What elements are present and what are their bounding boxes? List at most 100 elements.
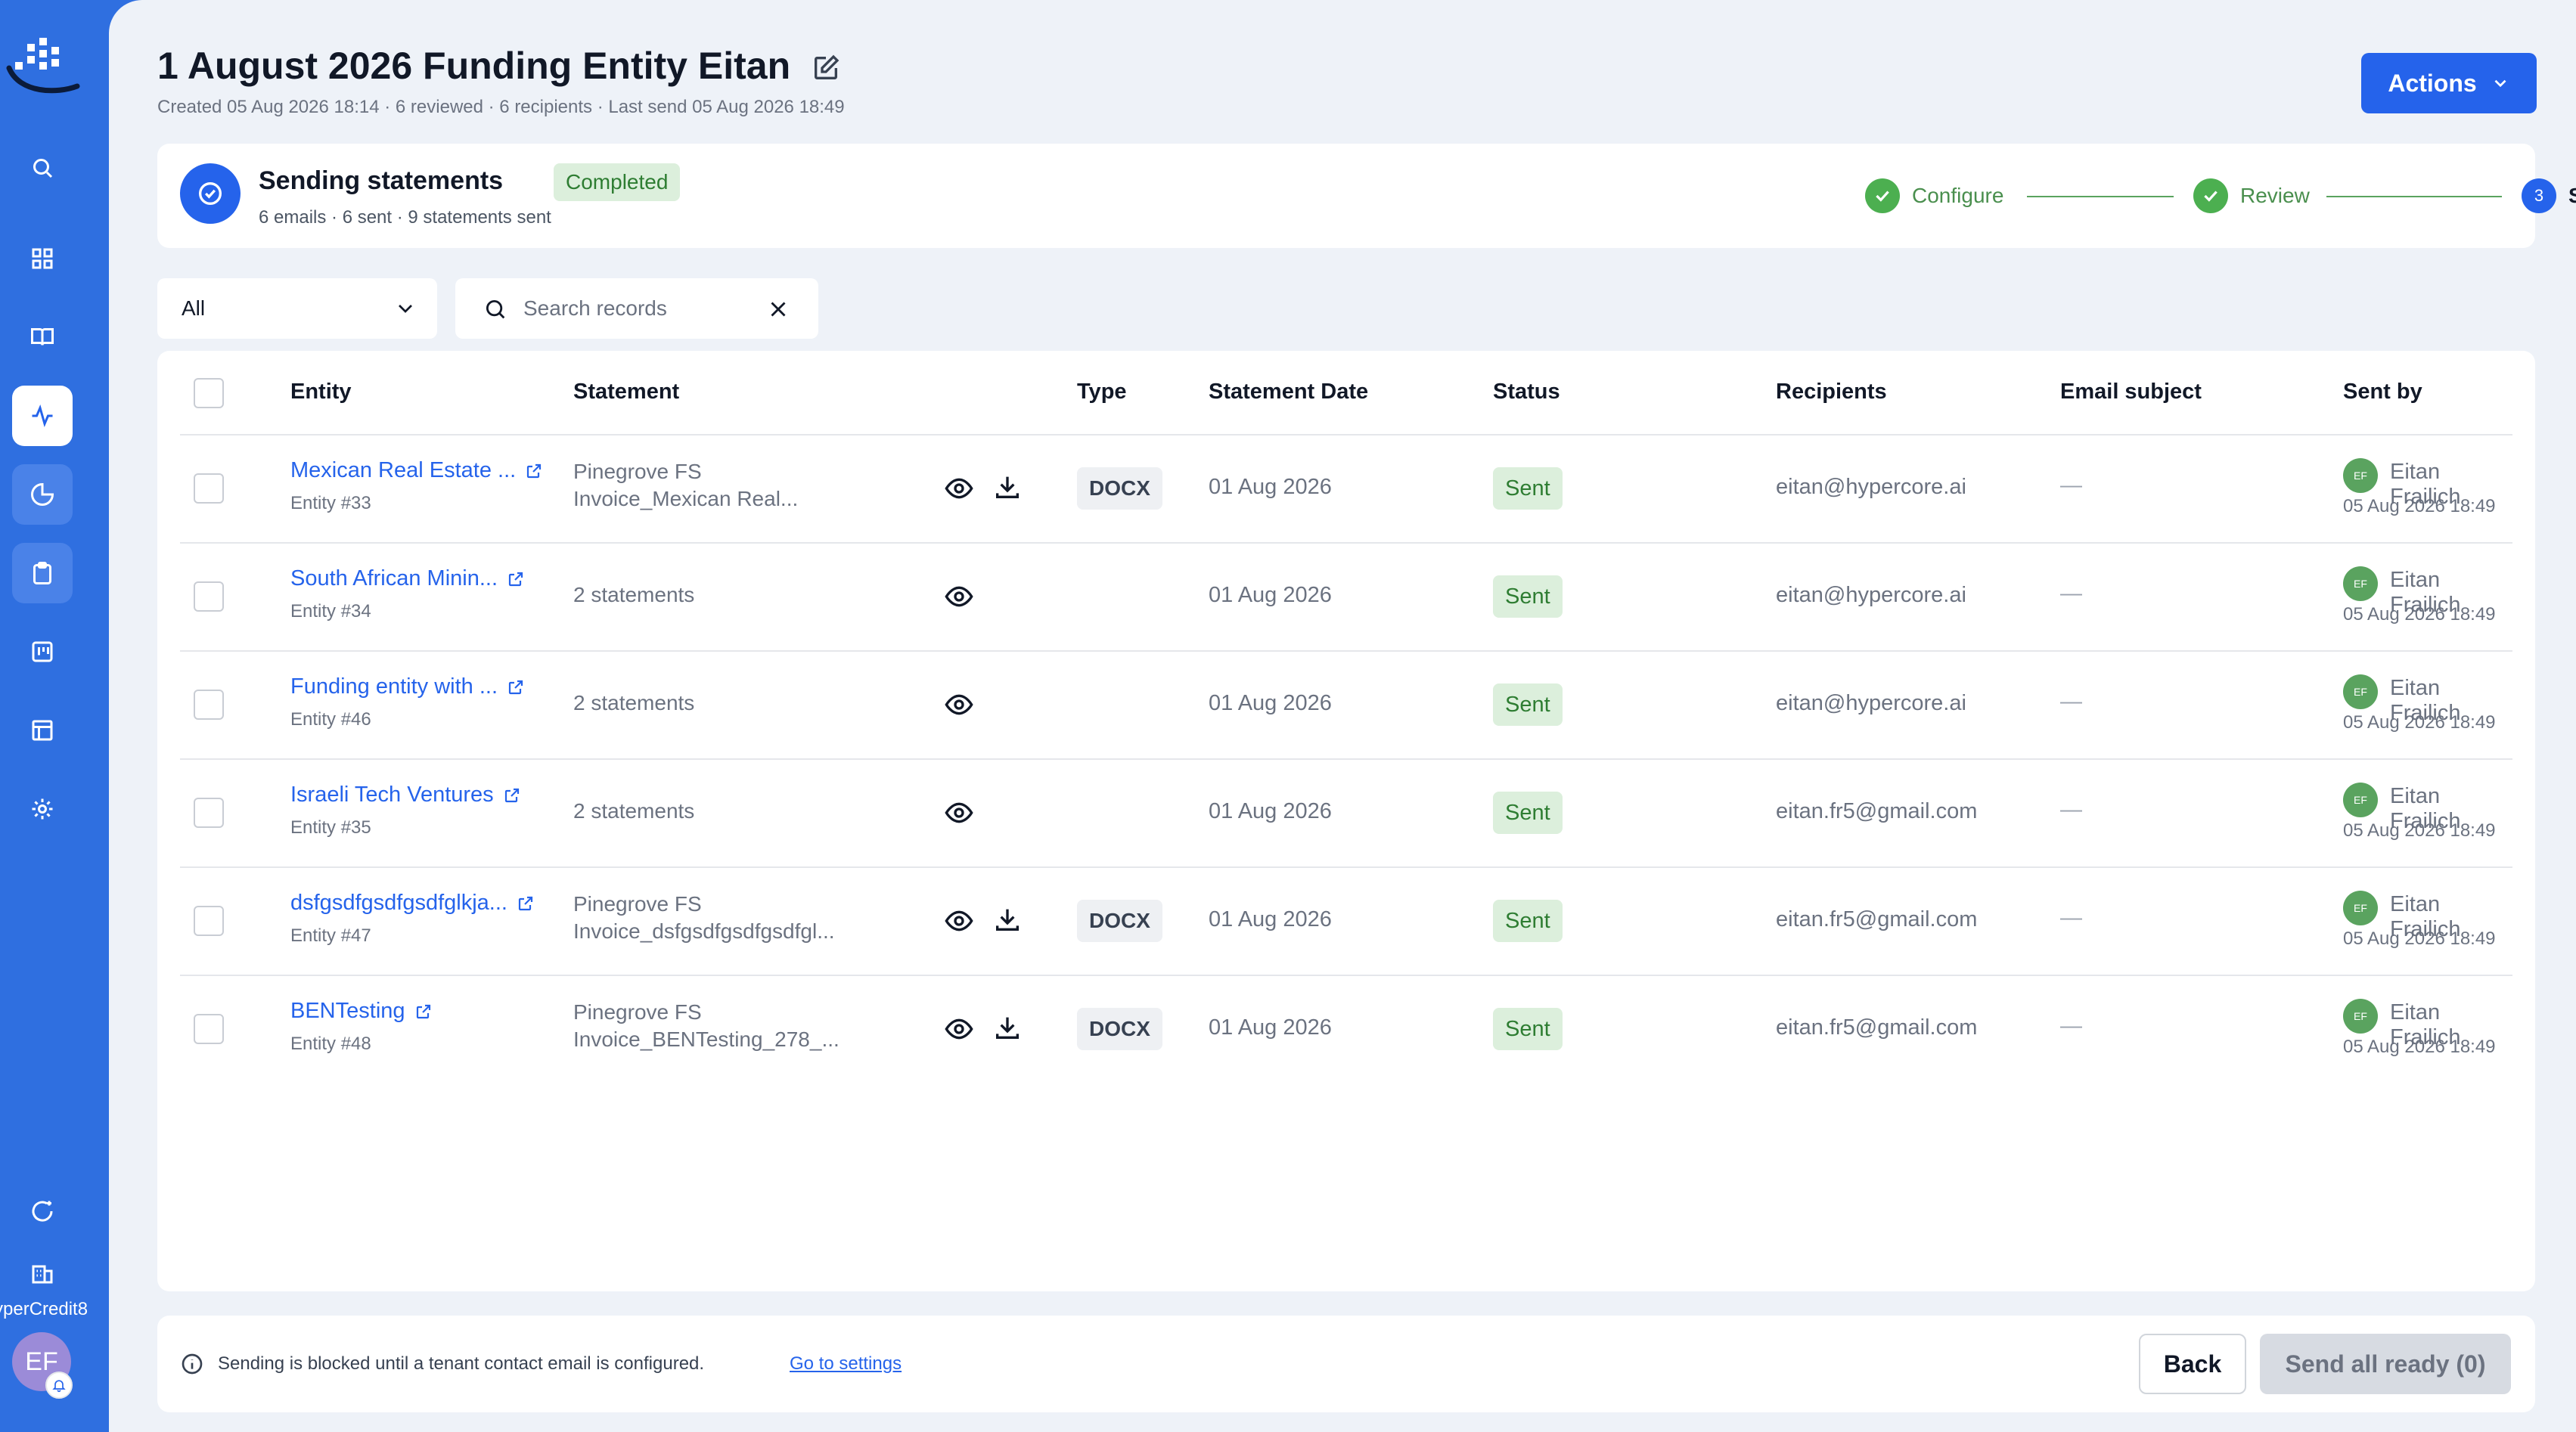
sidebar-board[interactable] (12, 621, 73, 682)
sidebar-tasks[interactable] (12, 543, 73, 603)
eye-icon[interactable] (944, 906, 974, 936)
statement-count: 2 statements (573, 583, 695, 606)
table-row[interactable]: dsfgsdfgsdfgsdfglkja... Entity #47 Pineg… (180, 868, 2512, 976)
refresh-sparkle-icon (32, 1201, 53, 1222)
entity-link[interactable]: dsfgsdfgsdfgsdfglkja... (290, 891, 535, 916)
info-icon (182, 1353, 203, 1375)
table-row[interactable]: Mexican Real Estate ... Entity #33 Pineg… (180, 435, 2512, 544)
step-number: 3 (2522, 178, 2556, 213)
entity-link[interactable]: Israeli Tech Ventures (290, 783, 521, 807)
step-review[interactable]: Review (2193, 178, 2310, 213)
bell-icon (52, 1380, 66, 1393)
table-row[interactable]: Funding entity with ... Entity #46 2 sta… (180, 652, 2512, 760)
progress-status-badge: Completed (554, 163, 681, 201)
go-to-settings-link[interactable]: Go to settings (790, 1353, 902, 1375)
column-header-statement-date[interactable]: Statement Date (1209, 380, 1368, 404)
statement-count: 2 statements (573, 799, 695, 823)
step-connector (2326, 196, 2502, 197)
column-header-status[interactable]: Status (1493, 380, 1560, 404)
progress-status-icon (180, 163, 241, 224)
sidebar-dashboard[interactable] (12, 228, 73, 289)
entity-link[interactable]: Mexican Real Estate ... (290, 458, 543, 483)
statement-count: 2 statements (573, 691, 695, 714)
check-circle-icon (199, 182, 222, 205)
app-logo[interactable] (5, 33, 80, 103)
step-connector (2027, 196, 2174, 197)
eye-icon[interactable] (944, 1014, 974, 1044)
edit-title-icon[interactable] (811, 53, 841, 83)
statement-line1: Pinegrove FS (573, 460, 702, 483)
table-row[interactable]: South African Minin... Entity #34 2 stat… (180, 544, 2512, 652)
statement-line2: Invoice_Mexican Real... (573, 487, 799, 510)
row-checkbox[interactable] (194, 906, 224, 936)
sidebar-activity[interactable] (12, 386, 73, 446)
row-checkbox[interactable] (194, 473, 224, 504)
table-row[interactable]: BENTesting Entity #48 Pinegrove FS Invoi… (180, 976, 2512, 1084)
eye-icon[interactable] (944, 473, 974, 504)
column-header-recipients[interactable]: Recipients (1776, 380, 1887, 404)
status-filter-value: All (182, 296, 206, 320)
book-icon (31, 328, 54, 346)
sidebar-updates[interactable] (12, 1181, 73, 1241)
table-row[interactable]: Israeli Tech Ventures Entity #35 2 state… (180, 760, 2512, 868)
sidebar-tables[interactable] (12, 700, 73, 761)
email-subject: — (2060, 690, 2082, 714)
progress-summary: 6 emails · 6 sent · 9 statements sent (259, 207, 551, 228)
statement-date: 01 Aug 2026 (1209, 1015, 1332, 1040)
entity-link[interactable]: Funding entity with ... (290, 674, 525, 699)
check-icon (1865, 178, 1900, 213)
actions-button[interactable]: Actions (2361, 53, 2537, 113)
send-all-ready-button[interactable]: Send all ready (0) (2260, 1334, 2511, 1394)
sidebar-search[interactable] (12, 138, 73, 198)
column-header-sent-by[interactable]: Sent by (2343, 380, 2422, 404)
back-button[interactable]: Back (2139, 1334, 2246, 1394)
entity-link[interactable]: South African Minin... (290, 566, 525, 591)
main-content: 1 August 2026 Funding Entity Eitan Creat… (109, 0, 2576, 1432)
column-header-entity[interactable]: Entity (290, 380, 352, 404)
status-badge: Sent (1493, 792, 1563, 834)
column-header-statement[interactable]: Statement (573, 380, 679, 404)
search-input[interactable] (523, 292, 750, 325)
close-icon[interactable] (765, 296, 791, 322)
sent-at: 05 Aug 2026 18:49 (2343, 1037, 2496, 1057)
download-icon[interactable] (992, 1012, 1023, 1043)
status-badge: Sent (1493, 467, 1563, 510)
sidebar-reports[interactable] (12, 464, 73, 525)
status-filter-select[interactable]: All (157, 278, 437, 339)
column-header-email-subject[interactable]: Email subject (2060, 380, 2202, 404)
step-configure[interactable]: Configure (1865, 178, 2003, 213)
statement-date: 01 Aug 2026 (1209, 691, 1332, 715)
step-send[interactable]: 3 Send (2522, 178, 2576, 213)
row-checkbox[interactable] (194, 581, 224, 612)
pie-chart-icon (31, 482, 54, 506)
sidebar-library[interactable] (12, 307, 73, 367)
row-checkbox[interactable] (194, 690, 224, 720)
statement-line2: Invoice_dsfgsdfgsdfgsdfgl... (573, 919, 835, 943)
table-icon (32, 720, 53, 741)
entity-link[interactable]: BENTesting (290, 999, 433, 1024)
statement-line1: Pinegrove FS (573, 892, 702, 916)
eye-icon[interactable] (944, 690, 974, 720)
row-checkbox[interactable] (194, 1014, 224, 1044)
statement-date: 01 Aug 2026 (1209, 907, 1332, 931)
download-icon[interactable] (992, 904, 1023, 935)
recipients: eitan@hypercore.ai (1776, 475, 1966, 499)
column-header-type[interactable]: Type (1077, 380, 1127, 404)
email-subject: — (2060, 581, 2082, 606)
sent-at: 05 Aug 2026 18:49 (2343, 712, 2496, 733)
eye-icon[interactable] (944, 798, 974, 828)
select-all-checkbox[interactable] (194, 378, 224, 408)
row-checkbox[interactable] (194, 798, 224, 828)
notification-badge[interactable] (45, 1372, 73, 1399)
activity-icon (32, 404, 53, 427)
dashboard-grid-icon (32, 248, 53, 269)
sent-at: 05 Aug 2026 18:49 (2343, 928, 2496, 949)
eye-icon[interactable] (944, 581, 974, 612)
sidebar-settings[interactable] (12, 779, 73, 839)
recipients: eitan.fr5@gmail.com (1776, 1015, 1978, 1040)
sidebar-tenant[interactable] (12, 1243, 73, 1303)
recipients: eitan.fr5@gmail.com (1776, 907, 1978, 931)
recipients: eitan@hypercore.ai (1776, 583, 1966, 607)
download-icon[interactable] (992, 472, 1023, 502)
statement-date: 01 Aug 2026 (1209, 583, 1332, 607)
